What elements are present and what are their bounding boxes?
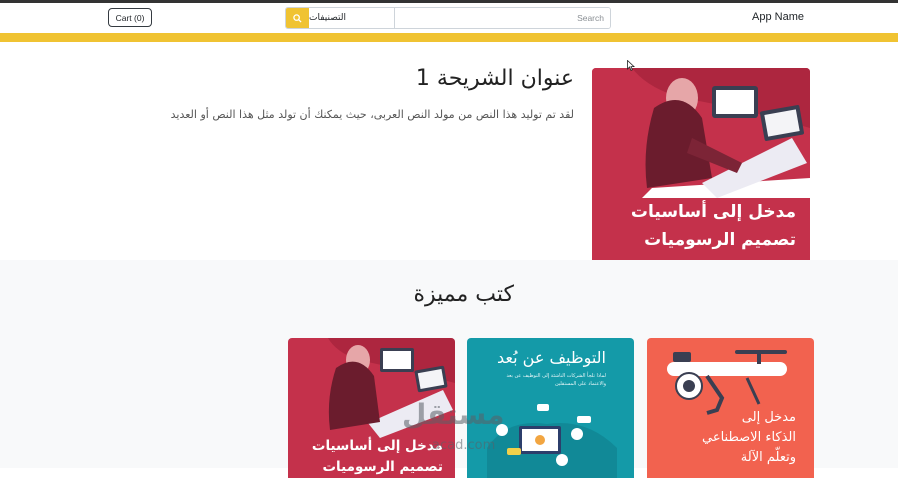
accent-band xyxy=(0,33,898,42)
book-title-line1: مدخل إلى xyxy=(741,410,796,425)
designer-illustration xyxy=(592,68,810,198)
categories-select[interactable]: التصنيفات xyxy=(309,8,395,28)
book-card[interactable]: مدخل إلى الذكاء الاصطناعي وتعلّم الآلة xyxy=(647,338,814,478)
slide-book-cover[interactable]: مدخل إلى أساسيات تصميم الرسوميات xyxy=(592,68,810,260)
watermark-text: مستقل xyxy=(402,398,505,431)
search-icon xyxy=(293,13,302,23)
slide-title: عنوان الشريحة 1 xyxy=(415,66,574,91)
search-input[interactable] xyxy=(395,8,610,28)
search-button[interactable] xyxy=(286,8,309,28)
carousel-slide: مدخل إلى أساسيات تصميم الرسوميات عنوان ا… xyxy=(0,42,898,260)
mouse-pointer-icon xyxy=(627,60,635,71)
book-title-line3: وتعلّم الآلة xyxy=(740,450,796,465)
cart-button[interactable]: Cart (0) xyxy=(108,8,152,27)
slide-text: لقد تم توليد هذا النص من مولد النص العرب… xyxy=(170,108,574,121)
brand-name[interactable]: App Name xyxy=(752,11,804,23)
slide-image-title-1: مدخل إلى أساسيات xyxy=(630,202,796,222)
watermark-domain: acad.com xyxy=(432,438,496,453)
slide-image-title-2: تصميم الرسوميات xyxy=(644,230,796,250)
watermark: مستقل acad.com xyxy=(392,398,505,462)
featured-title: كتب مميزة xyxy=(413,282,514,307)
book-title-line2: الذكاء الاصطناعي xyxy=(702,430,796,445)
navbar: Cart (0) التصنيفات App Name xyxy=(0,3,898,33)
search-group: التصنيفات xyxy=(285,7,611,29)
